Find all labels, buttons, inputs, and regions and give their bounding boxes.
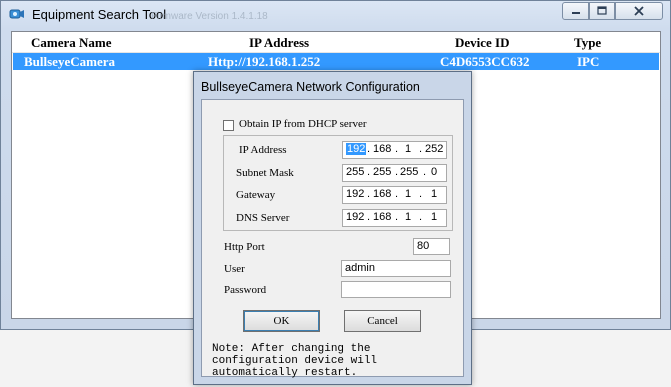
ip-address-label: IP Address: [239, 144, 287, 156]
password-label: Password: [224, 284, 267, 296]
dns-octet-3: 1: [405, 211, 412, 223]
password-field[interactable]: [341, 281, 451, 298]
subnet-octet-4: 0: [431, 166, 438, 178]
dhcp-checkbox[interactable]: [223, 120, 234, 131]
gateway-octet-4: 1: [431, 188, 438, 200]
cell-camera-name: BullseyeCamera: [24, 54, 115, 69]
ip-dot: .: [395, 211, 399, 223]
maximize-button[interactable]: [589, 2, 615, 20]
column-header-type[interactable]: Type: [574, 35, 601, 51]
gateway-label: Gateway: [236, 189, 276, 201]
gateway-octet-3: 1: [405, 188, 412, 200]
dns-server-label: DNS Server: [236, 212, 290, 224]
dns-octet-4: 1: [431, 211, 438, 223]
restart-note: Note: After changing the configuration d…: [212, 343, 378, 379]
column-header-camera-name[interactable]: Camera Name: [31, 35, 112, 51]
firmware-version-ghost: Firmware Version 1.4.1.18: [151, 11, 268, 22]
ip-dot: .: [395, 188, 399, 200]
ip-dot: .: [395, 166, 399, 178]
ip-octet-2: 168: [373, 143, 392, 155]
subnet-octet-1: 255: [346, 166, 365, 178]
ip-octet-1: 192: [346, 143, 367, 155]
gateway-field[interactable]: 192 . 168 . 1 . 1: [342, 186, 447, 204]
ip-dot: .: [367, 166, 371, 178]
http-port-field[interactable]: 80: [413, 238, 450, 255]
cell-type: IPC: [577, 54, 600, 69]
ip-dot: .: [367, 143, 371, 155]
window-title: Equipment Search Tool: [32, 7, 167, 22]
dns-server-field[interactable]: 192 . 168 . 1 . 1: [342, 209, 447, 227]
close-icon: [634, 6, 644, 16]
subnet-octet-3: 255: [400, 166, 419, 178]
minimize-button[interactable]: [562, 2, 589, 20]
cancel-button[interactable]: Cancel: [344, 310, 421, 332]
http-port-label: Http Port: [224, 241, 265, 253]
user-field[interactable]: admin: [341, 260, 451, 277]
column-header-ip-address[interactable]: IP Address: [249, 35, 309, 51]
maximize-icon: [597, 6, 607, 15]
cell-ip-address: Http://192.168.1.252: [208, 54, 321, 69]
ip-dot: .: [367, 211, 371, 223]
gateway-octet-1: 192: [346, 188, 365, 200]
subnet-octet-2: 255: [373, 166, 392, 178]
list-row-selected[interactable]: BullseyeCamera Http://192.168.1.252 C4D6…: [13, 53, 659, 70]
cell-device-id: C4D6553CC632: [440, 54, 530, 69]
user-label: User: [224, 263, 245, 275]
subnet-mask-field[interactable]: 255 . 255 . 255 . 0: [342, 164, 447, 182]
network-config-dialog: BullseyeCamera Network Configuration Obt…: [193, 71, 472, 385]
dns-octet-2: 168: [373, 211, 392, 223]
ip-dot: .: [367, 188, 371, 200]
dialog-title: BullseyeCamera Network Configuration: [201, 80, 420, 94]
dialog-body: Obtain IP from DHCP server IP Address 19…: [201, 99, 464, 379]
ip-dot: .: [419, 143, 423, 155]
ip-octet-3: 1: [405, 143, 412, 155]
ip-address-field[interactable]: 192 . 168 . 1 . 252: [342, 141, 447, 159]
gateway-octet-2: 168: [373, 188, 392, 200]
column-header-device-id[interactable]: Device ID: [455, 35, 510, 51]
list-header: Camera Name IP Address Device ID Type: [12, 32, 660, 53]
minimize-icon: [571, 12, 580, 14]
ip-dot: .: [423, 166, 427, 178]
dhcp-label[interactable]: Obtain IP from DHCP server: [239, 118, 367, 130]
ip-dot: .: [419, 188, 423, 200]
camera-app-icon: [9, 9, 24, 19]
dns-octet-1: 192: [346, 211, 365, 223]
ok-button[interactable]: OK: [243, 310, 320, 332]
title-bar[interactable]: Equipment Search Tool Firmware Version 1…: [1, 1, 670, 28]
ip-dot: .: [419, 211, 423, 223]
close-button[interactable]: [615, 2, 663, 20]
ip-octet-4: 252: [425, 143, 444, 155]
subnet-mask-label: Subnet Mask: [236, 167, 294, 179]
ip-dot: .: [395, 143, 399, 155]
